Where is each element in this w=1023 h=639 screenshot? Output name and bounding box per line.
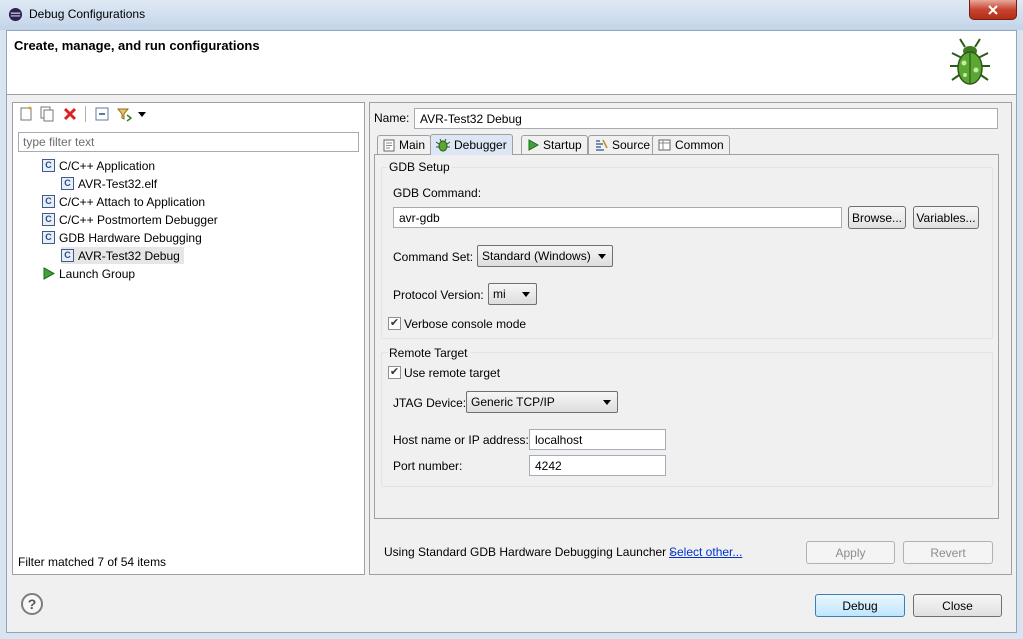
common-tab-icon	[658, 139, 671, 151]
startup-tab-icon	[528, 139, 539, 151]
c-config-icon: C	[61, 177, 74, 190]
chevron-down-icon	[598, 254, 606, 259]
select-other-link[interactable]: Select other...	[669, 545, 742, 559]
c-config-icon: C	[42, 231, 55, 244]
tree-item-label: GDB Hardware Debugging	[59, 230, 202, 245]
tree-item-cpp-postmortem[interactable]: C C/C++ Postmortem Debugger	[42, 211, 218, 228]
command-set-label: Command Set:	[393, 250, 474, 264]
apply-button[interactable]: Apply	[806, 541, 895, 564]
tree-item-cpp-attach[interactable]: C C/C++ Attach to Application	[42, 193, 205, 210]
jtag-device-select[interactable]: Generic TCP/IP	[466, 391, 618, 413]
tree-item-label: AVR-Test32 Debug	[78, 248, 180, 263]
verbose-console-checkbox[interactable]: ✔	[388, 317, 401, 330]
c-config-icon: C	[42, 195, 55, 208]
dropdown-icon[interactable]	[136, 106, 148, 122]
window-title: Debug Configurations	[29, 7, 146, 21]
tree-item-avr-test32-elf[interactable]: C AVR-Test32.elf	[61, 175, 157, 192]
command-set-select[interactable]: Standard (Windows)	[477, 245, 613, 267]
use-remote-target-label: Use remote target	[404, 366, 501, 380]
debugger-tab-icon	[436, 138, 450, 152]
gdb-command-input[interactable]	[393, 207, 842, 228]
tree-item-label: C/C++ Application	[59, 158, 156, 173]
help-icon[interactable]: ?	[21, 593, 43, 615]
c-config-icon: C	[61, 249, 74, 262]
bug-icon	[950, 38, 990, 85]
tab-source[interactable]: Source	[588, 135, 657, 154]
delete-icon[interactable]	[62, 106, 78, 122]
name-input[interactable]	[414, 108, 998, 129]
host-name-label: Host name or IP address:	[393, 433, 529, 447]
host-name-input[interactable]	[529, 429, 666, 450]
revert-button[interactable]: Revert	[903, 541, 993, 564]
tree-item-avr-test32-debug[interactable]: C AVR-Test32 Debug	[61, 247, 184, 264]
close-button[interactable]: Close	[913, 594, 1002, 617]
toolbar-separator	[85, 106, 86, 122]
title-bar	[0, 0, 1023, 30]
launcher-text: Using Standard GDB Hardware Debugging La…	[384, 545, 674, 559]
chevron-down-icon	[522, 292, 530, 297]
new-config-icon[interactable]	[18, 106, 34, 122]
tab-main[interactable]: Main	[377, 135, 432, 154]
protocol-version-label: Protocol Version:	[393, 288, 484, 302]
tree-item-gdb-hardware-debugging[interactable]: C GDB Hardware Debugging	[42, 229, 202, 246]
filter-icon[interactable]	[116, 106, 132, 122]
protocol-version-select[interactable]: mi	[488, 283, 537, 305]
c-config-icon: C	[42, 213, 55, 226]
tree-item-launch-group[interactable]: Launch Group	[42, 265, 135, 282]
close-icon	[988, 4, 998, 15]
use-remote-target-checkbox[interactable]: ✔	[388, 366, 401, 379]
filter-input[interactable]	[18, 132, 359, 152]
tree-item-label: C/C++ Attach to Application	[59, 194, 206, 209]
port-number-input[interactable]	[529, 455, 666, 476]
chevron-down-icon	[603, 400, 611, 405]
name-label: Name:	[374, 111, 410, 125]
source-tab-icon	[596, 139, 608, 151]
main-tab-icon	[383, 139, 395, 151]
tree-item-label: C/C++ Postmortem Debugger	[59, 212, 218, 227]
tree-item-label: AVR-Test32.elf	[78, 176, 158, 191]
collapse-all-icon[interactable]	[94, 106, 110, 122]
remote-target-title: Remote Target	[387, 346, 470, 360]
gdb-command-label: GDB Command:	[393, 186, 482, 200]
variables-button[interactable]: Variables...	[913, 206, 979, 229]
filter-status: Filter matched 7 of 54 items	[18, 555, 167, 569]
eclipse-icon	[8, 7, 23, 22]
window-close-button[interactable]	[969, 0, 1017, 20]
tab-debugger[interactable]: Debugger	[430, 134, 513, 155]
launch-group-icon	[43, 267, 55, 280]
tab-startup[interactable]: Startup	[521, 135, 588, 154]
header-title: Create, manage, and run configurations	[14, 38, 260, 53]
jtag-device-label: JTAG Device:	[393, 396, 467, 410]
tab-common[interactable]: Common	[652, 135, 730, 154]
verbose-console-label: Verbose console mode	[404, 317, 527, 331]
debug-button[interactable]: Debug	[815, 594, 905, 617]
duplicate-icon[interactable]	[39, 106, 55, 122]
tree-item-cpp-application[interactable]: C C/C++ Application	[42, 157, 155, 174]
c-config-icon: C	[42, 159, 55, 172]
tree-item-label: Launch Group	[59, 266, 136, 281]
port-number-label: Port number:	[393, 459, 463, 473]
browse-button[interactable]: Browse...	[848, 206, 906, 229]
gdb-setup-title: GDB Setup	[387, 160, 452, 174]
